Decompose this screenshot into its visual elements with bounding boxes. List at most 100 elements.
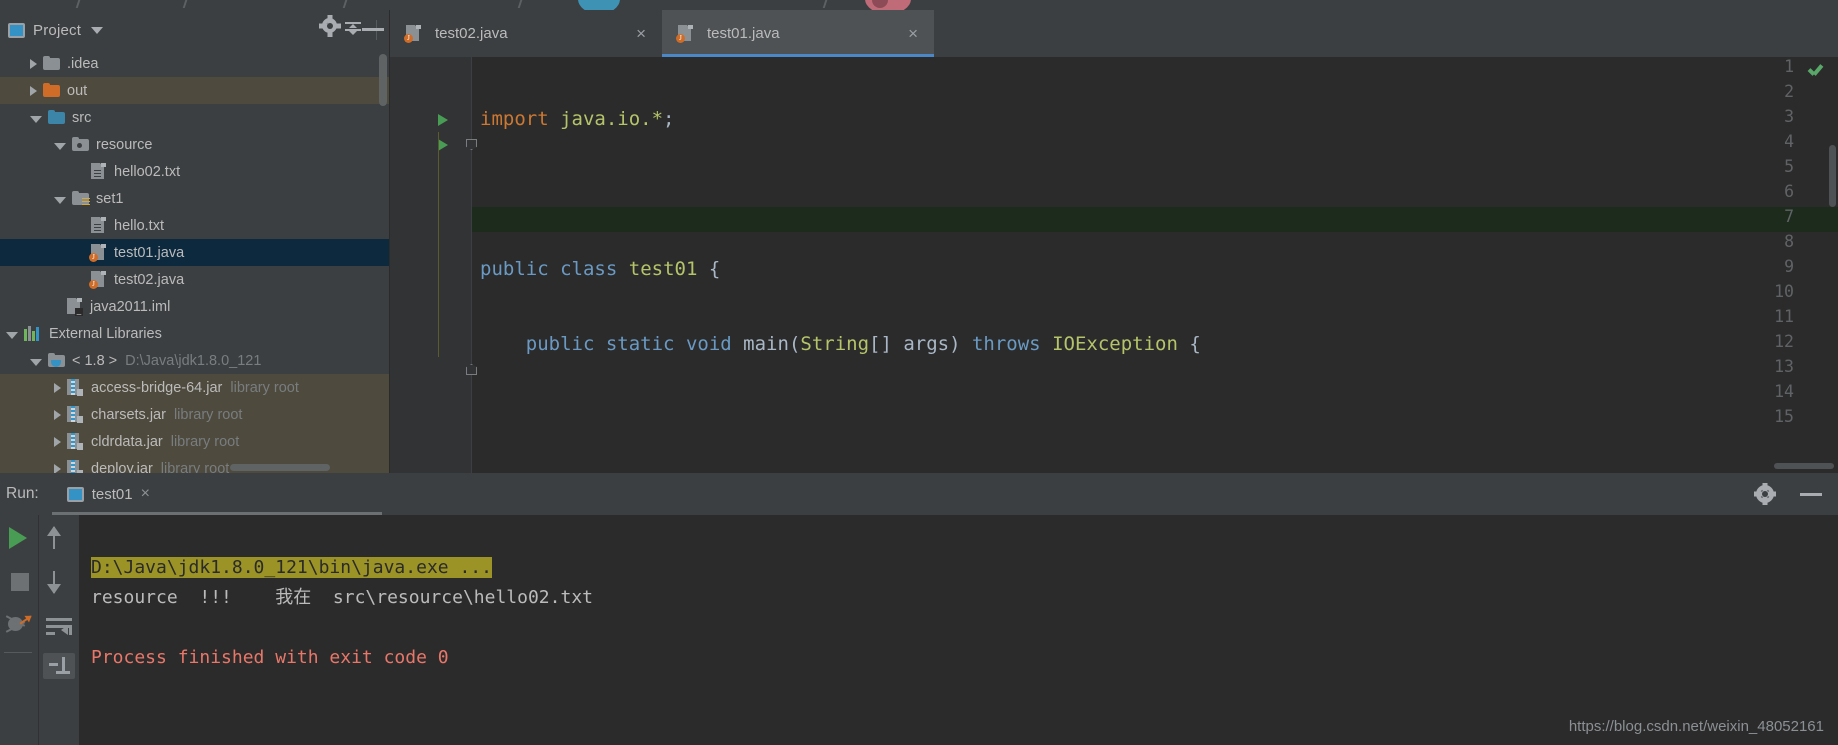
jdk-folder-icon [48, 353, 65, 368]
tree-item-java2011-iml[interactable]: _ java2011.iml [0, 293, 389, 320]
console-command-line: D:\Java\jdk1.8.0_121\bin\java.exe ... [91, 557, 492, 578]
run-toolbar-left [0, 515, 38, 745]
expand-arrow-icon[interactable] [30, 85, 37, 96]
print-icon[interactable] [43, 653, 75, 679]
green-check-icon[interactable] [1808, 65, 1824, 79]
java-file-icon: J [676, 25, 693, 43]
tree-item-1-8[interactable]: < 1.8 > D:\Java\jdk1.8.0_121 [0, 347, 389, 374]
code-editor[interactable]: 1 2 3 4 5 6 7 8 9 10 11 12 13 14 15 import java.io.*; … [390, 57, 1838, 473]
editor-area: J test02.java × J test01.java × 12345678… [390, 10, 1838, 473]
minimize-icon[interactable] [1800, 492, 1822, 496]
project-horizontal-scrollbar[interactable] [230, 464, 330, 471]
tree-item-test01-java[interactable]: Jtest01.java [0, 239, 389, 266]
tree-item-label: External Libraries [49, 325, 162, 342]
tree-item-out[interactable]: out [0, 77, 389, 104]
editor-tab-bar: J test02.java × J test01.java × [390, 10, 1838, 57]
tree-item-label: access-bridge-64.jar [91, 379, 223, 396]
expand-arrow-icon[interactable] [54, 409, 61, 420]
java-file-icon: J [404, 25, 421, 43]
run-tab-label: test01 [91, 485, 133, 503]
iml-file-icon: _ [67, 298, 83, 316]
tree-item-label: charsets.jar [91, 406, 166, 423]
tree-item-label: test01.java [114, 244, 185, 261]
tree-item-label: hello.txt [114, 217, 164, 234]
java-file-icon: J [89, 271, 106, 289]
console-output[interactable]: D:\Java\jdk1.8.0_121\bin\java.exe ... re… [79, 515, 1838, 745]
editor-tab-label: test01.java [707, 25, 780, 42]
editor-vertical-scrollbar[interactable] [1829, 145, 1836, 207]
collapse-arrow-icon[interactable] [30, 358, 42, 366]
libraries-icon [24, 326, 41, 341]
console-output-line: resource !!! 我在 src\resource\hello02.txt [91, 587, 593, 608]
tree-item-access-bridge-64-jar[interactable]: access-bridge-64.jar library root [0, 374, 389, 401]
project-vertical-scrollbar[interactable] [379, 54, 387, 106]
tree-item-set1[interactable]: set1 [0, 185, 389, 212]
collapse-arrow-icon[interactable] [30, 115, 42, 123]
indent-guide [438, 132, 439, 357]
tree-item-charsets-jar[interactable]: charsets.jar library root [0, 401, 389, 428]
tree-item-label: out [67, 82, 88, 99]
expand-arrow-icon[interactable] [54, 382, 61, 393]
collapse-arrow-icon[interactable] [6, 331, 18, 339]
toolbar-strip-partial [0, 0, 1838, 10]
gear-icon[interactable] [1756, 485, 1774, 503]
expand-arrow-icon[interactable] [54, 436, 61, 447]
tree-item-label: test02.java [114, 271, 185, 288]
tree-item-label: set1 [96, 190, 124, 207]
project-tree[interactable]: .idea out src resource hello02.txt set1 hello.… [0, 50, 389, 482]
jar-icon [67, 406, 83, 423]
source-folder-icon [72, 191, 90, 206]
soft-wrap-icon[interactable] [46, 618, 72, 638]
run-config-icon [66, 486, 84, 502]
close-icon[interactable]: × [636, 25, 646, 42]
run-panel-header: Run: test01 × [0, 473, 1838, 515]
run-tool-window: Run: test01 × D:\Java\jdk1.8.0_121\bin\j… [0, 473, 1838, 745]
tree-item-sublabel: D:\Java\jdk1.8.0_121 [125, 352, 262, 369]
project-settings-gear-icon[interactable] [322, 18, 344, 40]
rerun-debug-icon[interactable] [8, 615, 32, 635]
code-line-4: public static void main(String[] args) t… [525, 333, 1201, 355]
watermark: https://blog.csdn.net/weixin_48052161 [1568, 718, 1824, 735]
close-icon[interactable]: × [141, 485, 150, 503]
run-toolbar-right [39, 515, 79, 745]
collapse-all-icon[interactable] [344, 22, 362, 38]
tree-item-src[interactable]: src [0, 104, 389, 131]
tree-item-sublabel: library root [230, 379, 299, 396]
tree-item-idea[interactable]: .idea [0, 50, 389, 77]
code-text[interactable]: import java.io.*; public class test01 { … [472, 57, 1838, 473]
tree-item-resource[interactable]: resource [0, 131, 389, 158]
console-exit-line: Process finished with exit code 0 [91, 647, 449, 668]
tree-item-hello-txt[interactable]: hello.txt [0, 212, 389, 239]
scroll-down-icon[interactable] [47, 571, 61, 594]
close-icon[interactable]: × [908, 25, 918, 42]
jar-icon [67, 379, 83, 396]
collapse-arrow-icon[interactable] [54, 196, 66, 204]
editor-tab-test01[interactable]: J test01.java × [662, 10, 934, 57]
text-file-icon [91, 163, 106, 180]
collapse-arrow-icon[interactable] [54, 142, 66, 150]
expand-arrow-icon[interactable] [54, 463, 61, 474]
editor-horizontal-scrollbar[interactable] [1774, 463, 1834, 469]
tree-item-cldrdata-jar[interactable]: cldrdata.jar library root [0, 428, 389, 455]
run-tab-test01[interactable]: test01 × [57, 473, 160, 515]
editor-tab-test02[interactable]: J test02.java × [390, 10, 662, 57]
project-tool-window: Project .idea out src resource hello02.txt se… [0, 10, 390, 482]
jar-icon [67, 433, 83, 450]
folder-icon [43, 83, 60, 98]
scroll-up-icon[interactable] [47, 526, 61, 549]
run-icon[interactable] [9, 527, 27, 549]
tree-item-external-libraries[interactable]: External Libraries [0, 320, 389, 347]
tree-item-sublabel: library root [170, 433, 240, 450]
tree-item-label: hello02.txt [114, 163, 181, 180]
tree-item-test02-java[interactable]: Jtest02.java [0, 266, 389, 293]
tree-item-sublabel: library root [173, 406, 243, 423]
project-icon [8, 22, 25, 38]
project-minimize-icon[interactable] [362, 28, 384, 31]
tree-item-hello02-txt[interactable]: hello02.txt [0, 158, 389, 185]
stop-icon[interactable] [11, 573, 29, 591]
tree-item-label: src [72, 109, 92, 126]
chevron-down-icon[interactable] [91, 26, 104, 34]
expand-arrow-icon[interactable] [30, 58, 37, 69]
folder-icon [43, 56, 60, 71]
